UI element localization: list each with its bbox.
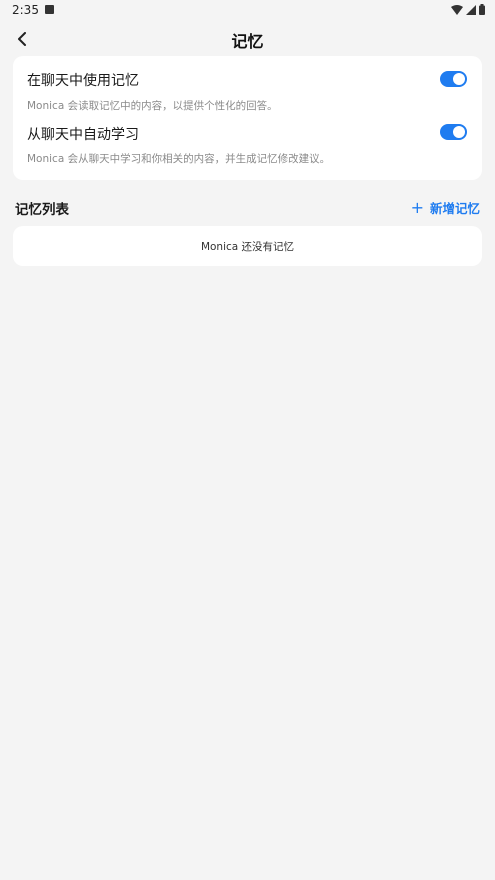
memory-list-title: 记忆列表 [15,202,69,218]
use-memory-toggle[interactable] [440,71,467,87]
memory-list-empty-card: Monica 还没有记忆 [13,226,482,266]
toggle-knob [453,126,465,138]
auto-learn-toggle[interactable] [440,124,467,140]
auto-learn-title: 从聊天中自动学习 [27,127,139,143]
status-bar: 2:35 [0,0,495,20]
settings-card: 在聊天中使用记忆 Monica 会读取记忆中的内容，以提供个性化的回答。 从聊天… [13,56,482,180]
battery-icon [479,4,485,15]
toggle-knob [453,73,465,85]
auto-learn-description: Monica 会从聊天中学习和你相关的内容，并生成记忆修改建议。 [27,153,331,165]
use-memory-description: Monica 会读取记忆中的内容，以提供个性化的回答。 [27,100,278,112]
use-memory-title: 在聊天中使用记忆 [27,73,139,89]
notification-icon [45,5,54,14]
status-time: 2:35 [12,3,39,17]
wifi-icon [451,4,463,15]
status-icons [451,4,485,15]
page-title: 记忆 [231,32,264,51]
empty-state-text: Monica 还没有记忆 [200,240,295,253]
signal-icon [466,4,476,15]
add-memory-button[interactable]: + 新增记忆 [411,198,480,217]
add-memory-label: 新增记忆 [429,201,480,216]
plus-icon: + [410,197,424,217]
header: 记忆 [0,22,495,56]
